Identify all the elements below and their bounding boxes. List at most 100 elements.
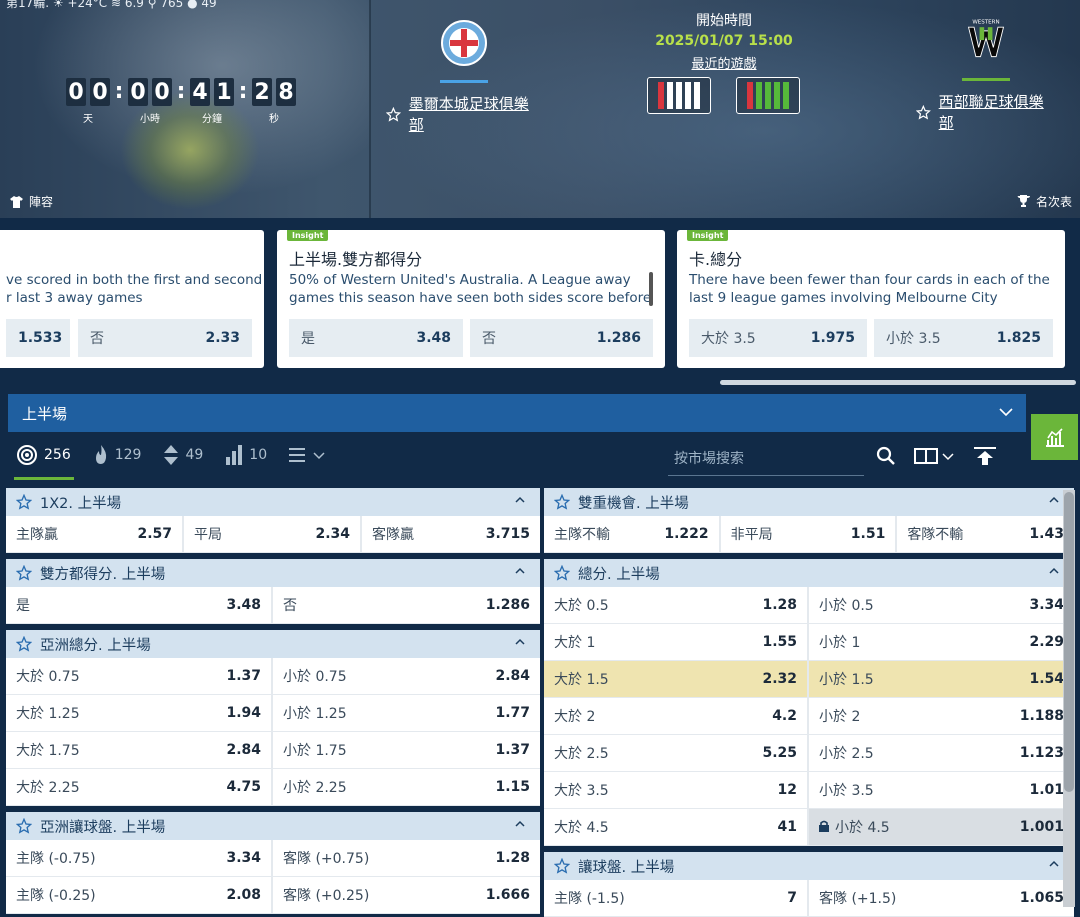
odds-button[interactable]: 否 2.33: [78, 319, 252, 357]
odds-cell[interactable]: 小於 2.5 1.123: [809, 735, 1074, 771]
odds-cell[interactable]: 小於 2.25 1.15: [273, 769, 540, 805]
odds-cell[interactable]: 小於 1.5 1.54: [809, 661, 1074, 697]
odds-cell[interactable]: 小於 1.25 1.77: [273, 695, 540, 731]
market-header[interactable]: 1X2. 上半場: [6, 488, 540, 516]
odds-cell[interactable]: 大於 2 4.2: [544, 698, 809, 734]
odds-row: 主隊 (-0.25) 2.08 客隊 (+0.25) 1.666: [6, 877, 540, 914]
odds-row: 大於 2 4.2 小於 2 1.188: [544, 698, 1074, 735]
odds-value: 1.37: [226, 668, 261, 684]
odds-cell[interactable]: 主隊 (-0.75) 3.34: [6, 840, 273, 876]
odds-value: 1.15: [495, 779, 530, 795]
odds-label: 否: [283, 598, 297, 614]
odds-cell[interactable]: 小於 2 1.188: [809, 698, 1074, 734]
statistics-button[interactable]: [1031, 414, 1078, 460]
odds-label: 大於 2.5: [554, 746, 609, 762]
odds-cell[interactable]: 客隊 (+0.25) 1.666: [273, 877, 540, 913]
odds-button[interactable]: 1.533: [6, 319, 70, 357]
markets-scrollbar[interactable]: [1063, 490, 1075, 907]
odds-row: 主隊 (-0.75) 3.34 客隊 (+0.75) 1.28: [6, 840, 540, 877]
odds-value: 3.48: [226, 597, 261, 613]
chevron-up-icon: [515, 567, 525, 574]
form-result-bar: [667, 82, 673, 109]
odds-value: 1.28: [495, 850, 530, 866]
search-icon[interactable]: [876, 446, 896, 466]
odds-cell[interactable]: 大於 4.5 41: [544, 809, 809, 845]
market-header[interactable]: 讓球盤. 上半場: [544, 852, 1074, 880]
filter-totals[interactable]: 49: [163, 445, 203, 465]
odds-cell[interactable]: 大於 1.25 1.94: [6, 695, 273, 731]
odds-button[interactable]: 是 3.48: [289, 319, 463, 357]
market-header[interactable]: 亞洲讓球盤. 上半場: [6, 812, 540, 840]
market-header[interactable]: 總分. 上半場: [544, 559, 1074, 587]
market-header[interactable]: 亞洲總分. 上半場: [6, 630, 540, 658]
odds-cell[interactable]: 主隊贏 2.57: [6, 516, 184, 552]
odds-cell[interactable]: 主隊 (-1.5) 7: [544, 880, 809, 916]
collapse-all-icon[interactable]: [972, 446, 998, 466]
odds-row: 大於 1.75 2.84 小於 1.75 1.37: [6, 732, 540, 769]
standings-button[interactable]: 名次表: [1016, 193, 1072, 210]
odds-cell[interactable]: 客隊不輸 1.43: [897, 516, 1074, 552]
odds-cell[interactable]: 大於 2.25 4.75: [6, 769, 273, 805]
odds-cell[interactable]: 客隊贏 3.715: [362, 516, 540, 552]
home-team: 墨爾本城足球俱樂部: [386, 20, 542, 135]
star-icon: [554, 858, 570, 874]
form-result-bar: [765, 82, 771, 109]
odds-cell[interactable]: 小於 0.75 2.84: [273, 658, 540, 694]
odds-cell[interactable]: 大於 0.75 1.37: [6, 658, 273, 694]
away-team-name[interactable]: 西部聯足球俱樂部: [916, 91, 1056, 133]
odds-cell[interactable]: 客隊 (+1.5) 1.065: [809, 880, 1074, 916]
market-header[interactable]: 雙重機會. 上半場: [544, 488, 1074, 516]
odds-label: 小於 0.5: [819, 598, 874, 614]
star-icon: [916, 104, 931, 120]
chevron-up-icon: [515, 638, 525, 645]
home-team-name[interactable]: 墨爾本城足球俱樂部: [386, 93, 542, 135]
odds-value: 1.43: [1029, 526, 1064, 542]
odds-value: 1.188: [1019, 708, 1064, 724]
filter-all[interactable]: 256: [16, 444, 71, 466]
period-selector[interactable]: 上半場: [8, 394, 1026, 432]
odds-cell[interactable]: 小於 3.5 1.01: [809, 772, 1074, 808]
layout-toggle[interactable]: [914, 447, 954, 465]
odds-cell[interactable]: 小於 1.75 1.37: [273, 732, 540, 768]
odds-button[interactable]: 大於 3.5 1.975: [689, 319, 867, 357]
odds-value: 1.666: [485, 887, 530, 903]
market-search-input[interactable]: 按市場搜索: [668, 446, 864, 476]
odds-cell[interactable]: 平局 2.34: [184, 516, 362, 552]
form-result-bar: [685, 82, 691, 109]
odds-cell[interactable]: 大於 1 1.55: [544, 624, 809, 660]
odds-button[interactable]: 小於 3.5 1.825: [874, 319, 1053, 357]
star-icon: [16, 818, 32, 834]
recent-games-link[interactable]: 最近的遊戲: [600, 53, 848, 72]
odds-cell[interactable]: 大於 1.75 2.84: [6, 732, 273, 768]
market-header[interactable]: 雙方都得分. 上半場: [6, 559, 540, 587]
odds-cell[interactable]: 否 1.286: [273, 587, 540, 623]
odds-label: 小於 2.25: [283, 780, 347, 796]
odds-cell[interactable]: 大於 3.5 12: [544, 772, 809, 808]
odds-cell[interactable]: 小於 4.5 1.001: [809, 809, 1074, 845]
bars-icon: [226, 445, 243, 465]
carousel-scrollbar[interactable]: [720, 380, 1076, 385]
odds-cell[interactable]: 主隊不輸 1.222: [544, 516, 721, 552]
odds-cell[interactable]: 非平局 1.51: [721, 516, 898, 552]
odds-cell[interactable]: 大於 2.5 5.25: [544, 735, 809, 771]
odds-cell[interactable]: 小於 1 2.29: [809, 624, 1074, 660]
odds-cell[interactable]: 客隊 (+0.75) 1.28: [273, 840, 540, 876]
odds-cell[interactable]: 大於 0.5 1.28: [544, 587, 809, 623]
odds-cell[interactable]: 主隊 (-0.25) 2.08: [6, 877, 273, 913]
market-title: 亞洲讓球盤. 上半場: [40, 819, 166, 836]
odds-cell[interactable]: 大於 1.5 2.32: [544, 661, 809, 697]
match-info: 開始時間 2025/01/07 15:00 最近的遊戲: [600, 10, 848, 72]
odds-cell[interactable]: 小於 0.5 3.34: [809, 587, 1074, 623]
filter-handicap[interactable]: 10: [225, 445, 267, 465]
odds-cell[interactable]: 是 3.48: [6, 587, 273, 623]
star-icon: [386, 106, 401, 122]
filter-more[interactable]: [289, 447, 325, 463]
odds-button[interactable]: 否 1.286: [470, 319, 653, 357]
odds-value: 1.001: [1019, 819, 1064, 835]
odds-value: 1.01: [1029, 782, 1064, 798]
lineup-button[interactable]: 陣容: [10, 193, 53, 210]
odds-label: 小於 1.5: [819, 672, 874, 688]
odds-label: 主隊 (-1.5): [554, 891, 625, 907]
filter-popular[interactable]: 129: [93, 445, 141, 465]
chevron-down-icon: [942, 453, 954, 461]
